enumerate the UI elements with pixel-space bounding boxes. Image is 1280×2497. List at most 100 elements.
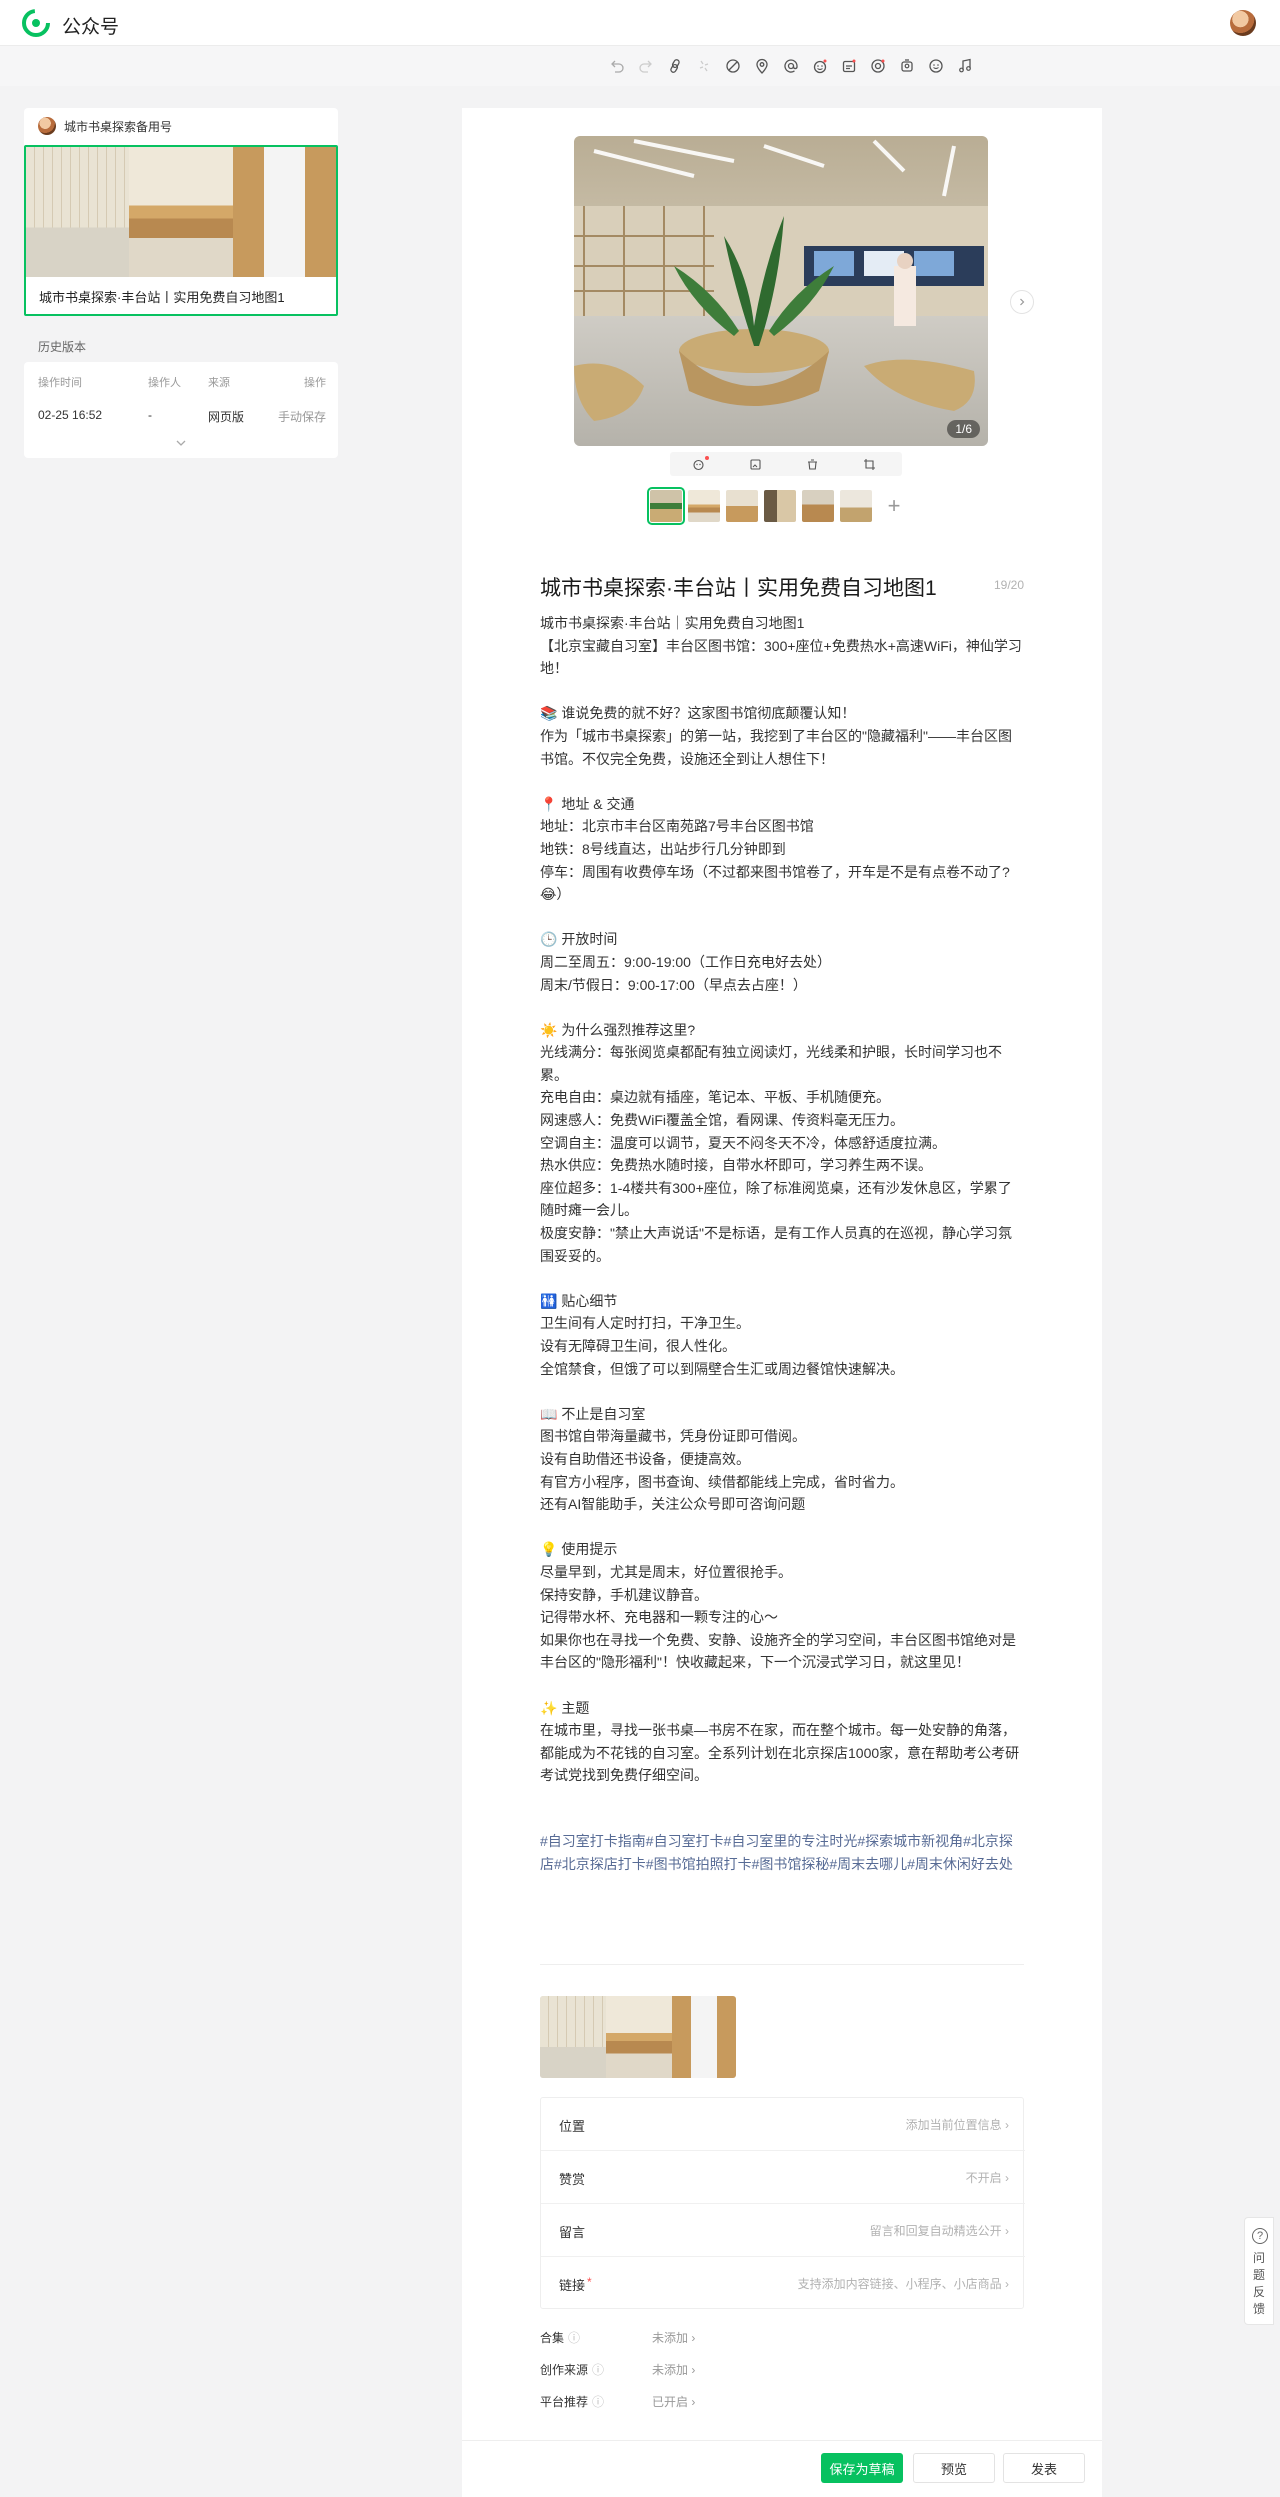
body-paragraph (540, 1516, 1024, 1539)
publish-button[interactable]: 发表 (1003, 2453, 1085, 2483)
meta-label: 创作来源 (540, 2363, 589, 2377)
body-paragraph: 极度安静："禁止大声说话"不是标语，是有工作人员真的在巡视，静心学习氛围妥妥的。 (540, 1225, 1012, 1264)
body-paragraph: 周二至周五：9:00-19:00（工作日充电好去处） (540, 953, 831, 970)
chevron-down-icon[interactable] (174, 438, 188, 448)
body-paragraph (540, 1674, 1024, 1697)
save-draft-button[interactable]: 保存为草稿 (821, 2453, 903, 2483)
body-paragraph: 有官方小程序，图书查询、续借都能线上完成，省时省力。 (540, 1473, 904, 1490)
body-paragraph: 空调自主：温度可以调节，夏天不闷冬天不冷，体感舒适度拉满。 (540, 1134, 946, 1151)
hashtag-list[interactable]: #自习室打卡指南#自习室打卡#自习室里的专注时光#探索城市新视角#北京探店#北京… (540, 1830, 1024, 1875)
setting-label: 位置 (559, 2119, 586, 2134)
body-paragraph: 网速感人：免费WiFi覆盖全馆，看网课、传资料毫无压力。 (540, 1112, 904, 1129)
emoji-icon[interactable] (809, 55, 831, 77)
wechat-logo-icon (22, 9, 50, 37)
thumbnail-4[interactable] (764, 490, 796, 522)
setting-label: 留言 (559, 2225, 586, 2240)
setting-location[interactable]: 位置 添加当前位置信息 › (541, 2098, 1025, 2151)
body-paragraph: 📚 谁说免费的就不好？这家图书馆彻底颠覆认知！ (540, 705, 856, 722)
body-paragraph: 保持安静，手机建议静音。 (540, 1586, 708, 1603)
history-col-action: 操作 (304, 377, 326, 389)
replace-image-icon[interactable] (727, 452, 784, 476)
body-paragraph: 停车：周围有收费停车场（不过都来图书馆卷了，开车是不是有点卷不动了?😂） (540, 863, 1010, 903)
setting-reward[interactable]: 赞赏 不开启 › (541, 2151, 1025, 2204)
preview-button[interactable]: 预览 (913, 2453, 995, 2483)
music-icon[interactable] (954, 55, 976, 77)
body-paragraph (540, 770, 1024, 793)
history-operator: - (148, 408, 152, 422)
contact-icon[interactable] (896, 55, 918, 77)
meta-platform-recommend[interactable]: 平台推荐 ⓘ 已开启 › (540, 2391, 840, 2411)
article-editor: 1/6 + 城市书桌探索·丰台站丨实用免费自习地图1 19/20 城市书桌探索·… (462, 108, 1102, 2497)
title-char-count: 19/20 (993, 578, 1024, 592)
unlink-icon[interactable] (693, 55, 715, 77)
no-icon[interactable] (722, 55, 744, 77)
body-paragraph: ☀️ 为什么强烈推荐这里? (540, 1021, 696, 1038)
thumbnail-6[interactable] (840, 490, 872, 522)
add-image-button[interactable]: + (878, 490, 910, 522)
body-paragraph: 座位超多：1-4楼共有300+座位，除了标准阅览桌，还有沙发休息区，学累了随时瘫… (540, 1179, 1012, 1219)
body-paragraph: 在城市里，寻找一张书桌—书房不在家，而在整个城市。每一处安静的角落，都能成为不花… (540, 1722, 1020, 1784)
thumbnail-2[interactable] (688, 490, 720, 522)
thumbnail-3[interactable] (726, 490, 758, 522)
history-action[interactable]: 手动保存 (278, 408, 326, 425)
body-paragraph: 📖 不止是自习室 (540, 1405, 646, 1422)
body-paragraph (540, 1267, 1024, 1290)
body-paragraph: 作为「城市书桌探索」的第一站，我挖到了丰台区的"隐藏福利"——丰台区图书馆。不仅… (540, 727, 1012, 767)
meta-label: 平台推荐 (540, 2395, 589, 2409)
body-paragraph: 💡 使用提示 (540, 1541, 618, 1558)
location-icon[interactable] (751, 55, 773, 77)
thumbnail-5[interactable] (802, 490, 834, 522)
editor-toolbar (0, 46, 1280, 86)
history-source: 网页版 (208, 410, 245, 424)
history-col-source: 来源 (208, 377, 230, 389)
meta-source[interactable]: 创作来源 ⓘ 未添加 › (540, 2359, 840, 2379)
body-paragraph: 记得带水杯、充电器和一颗专注的心～ (540, 1609, 778, 1626)
app-title: 公众号 (62, 17, 120, 38)
meta-value: 未添加 › (652, 2363, 696, 2377)
link-icon[interactable] (664, 55, 686, 77)
account-avatar[interactable] (1230, 10, 1256, 36)
setting-value: 支持添加内容链接、小程序、小店商品 › (797, 2277, 1009, 2291)
gift-icon[interactable] (867, 55, 889, 77)
redo-icon[interactable] (635, 55, 657, 77)
next-image-button[interactable] (1010, 290, 1034, 314)
top-bar: 公众号 (0, 0, 1280, 46)
history-label: 历史版本 (38, 340, 87, 354)
body-paragraph: 📍 地址 & 交通 (540, 795, 635, 812)
draft-item-title: 城市书桌探索·丰台站丨实用免费自习地图1 (39, 290, 285, 305)
cover-image[interactable] (540, 1996, 736, 2078)
draft-account-name: 城市书桌探索备用号 (64, 119, 173, 134)
hero-image[interactable]: 1/6 (574, 136, 988, 446)
mention-icon[interactable] (780, 55, 802, 77)
article-body[interactable]: 城市书桌探索·丰台站｜实用免费自习地图1 【北京宝藏自习室】丰台区图书馆：300+… (540, 612, 1024, 1787)
history-col-operator: 操作人 (148, 377, 181, 389)
delete-icon[interactable] (784, 452, 841, 476)
thumbnail-1[interactable] (647, 487, 685, 525)
body-paragraph: 城市书桌探索·丰台站｜实用免费自习地图1 (540, 615, 805, 631)
divider (540, 1964, 1024, 1965)
body-paragraph: 热水供应：免费热水随时接，自带水杯即可，学习养生两不误。 (540, 1157, 932, 1174)
ai-edit-icon[interactable] (670, 452, 727, 476)
sticker-icon[interactable] (838, 55, 860, 77)
body-paragraph: 全馆禁食，但饿了可以到隔壁合生汇或周边餐馆快速解决。 (540, 1360, 904, 1377)
body-paragraph (540, 1380, 1024, 1403)
body-paragraph: 光线满分：每张阅览桌都配有独立阅读灯，光线柔和护眼，长时间学习也不累。 (540, 1044, 1002, 1083)
meta-collection[interactable]: 合集 ⓘ 未添加 › (540, 2327, 840, 2347)
setting-link[interactable]: 链接 * 支持添加内容链接、小程序、小店商品 › (541, 2257, 1025, 2310)
chevron-right-icon (1020, 298, 1025, 306)
feedback-button[interactable]: ? 问题反馈 (1244, 2217, 1274, 2325)
article-settings: 位置 添加当前位置信息 › 赞赏 不开启 › 留言 留言和回复自动精选公开 › … (540, 2097, 1025, 2310)
body-paragraph: 地铁：8号线直达，出站步行几分钟即到 (540, 840, 786, 857)
meta-label: 合集 (540, 2331, 565, 2345)
smile-icon[interactable] (925, 55, 947, 77)
history-col-time: 操作时间 (38, 377, 82, 389)
crop-icon[interactable] (841, 452, 898, 476)
undo-icon[interactable] (606, 55, 628, 77)
setting-comments[interactable]: 留言 留言和回复自动精选公开 › (541, 2204, 1025, 2257)
info-icon: ⓘ (568, 2331, 581, 2345)
body-paragraph: 图书馆自带海量藏书，凭身份证即可借阅。 (540, 1428, 806, 1445)
body-paragraph: 周末/节假日：9:00-17:00（早点去占座！） (540, 976, 807, 993)
draft-item-selected[interactable]: 城市书桌探索·丰台站丨实用免费自习地图1 (24, 145, 338, 316)
article-title[interactable]: 城市书桌探索·丰台站丨实用免费自习地图1 (540, 572, 937, 602)
body-paragraph: 卫生间有人定时打扫，干净卫生。 (540, 1315, 750, 1332)
